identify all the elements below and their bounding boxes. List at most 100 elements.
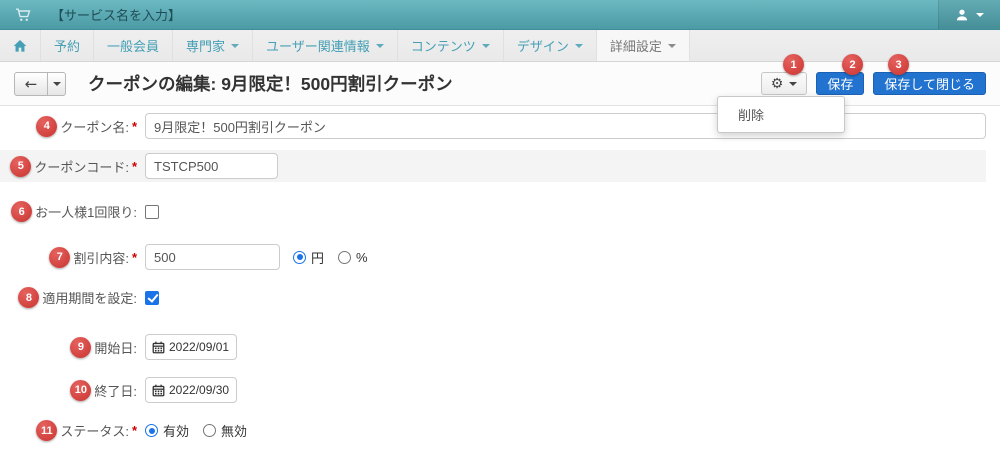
field-label: 終了日: [94, 383, 137, 399]
nav-label: コンテンツ [410, 39, 476, 54]
annotation-badge-7: 7 [49, 246, 71, 268]
radio-label: 無効 [221, 424, 248, 439]
annotation-badge-2: 2 [842, 54, 863, 75]
radio-label: % [356, 249, 368, 265]
save-button[interactable]: 保存 [816, 72, 865, 95]
field-label: お一人様1回限り: [35, 205, 137, 220]
nav-item-contents[interactable]: コンテンツ [398, 30, 504, 61]
home-icon [13, 39, 27, 52]
nav-label: 詳細設定 [609, 39, 662, 54]
radio-yen[interactable] [293, 250, 306, 264]
nav-home[interactable] [0, 30, 41, 61]
annotation-badge-11: 11 [36, 420, 58, 441]
nav-item-user-related-info[interactable]: ユーザー関連情報 [253, 30, 398, 61]
coupon-name-input[interactable] [145, 113, 986, 139]
discount-unit-group: 円 % [293, 248, 368, 267]
gear-icon: ⚙ [770, 75, 784, 92]
status-label: 11 ステータス: * [0, 420, 145, 441]
status-inactive-option[interactable]: 無効 [203, 421, 247, 440]
chevron-down-icon [231, 44, 240, 48]
chevron-down-icon [667, 44, 676, 48]
field-label: クーポンコード: [34, 159, 129, 175]
nav-label: 専門家 [186, 39, 226, 54]
chevron-down-icon [375, 44, 384, 48]
radio-label: 円 [311, 250, 325, 266]
nav-item-general-members[interactable]: 一般会員 [94, 30, 174, 61]
annotation-badge-1: 1 [783, 54, 804, 75]
nav-item-experts[interactable]: 専門家 [173, 30, 254, 61]
chevron-down-icon [789, 81, 798, 86]
annotation-badge-10: 10 [70, 379, 92, 401]
nav-label: ユーザー関連情報 [266, 39, 370, 54]
field-label: 割引内容: [73, 250, 129, 266]
nav-label: 予約 [54, 39, 81, 54]
start-date-row: 9 開始日: 2022/09/01 [0, 334, 986, 360]
status-active-option[interactable]: 有効 [145, 421, 189, 440]
service-name-title: 【サービス名を入力】 [51, 8, 182, 23]
back-button[interactable]: ← [14, 71, 48, 96]
radio-percent[interactable] [338, 250, 352, 264]
annotation-badge-3: 3 [888, 54, 909, 75]
set-period-row: 8 適用期間を設定: [0, 287, 986, 308]
discount-row: 7 割引内容:* 円 % [0, 244, 986, 270]
unit-yen-option[interactable]: 円 [293, 248, 324, 267]
start-date-value: 2022/09/01 [169, 340, 230, 354]
field-label: 適用期間を設定: [42, 291, 137, 306]
page-title: クーポンの編集: 9月限定！500円割引クーポン [88, 74, 453, 94]
calendar-icon [152, 384, 165, 396]
chevron-down-icon [52, 81, 61, 86]
save-and-close-button[interactable]: 保存して閉じる [873, 72, 986, 95]
required-asterisk: * [131, 249, 137, 265]
end-date-input[interactable]: 2022/09/30 [145, 377, 237, 403]
annotation-badge-9: 9 [70, 336, 92, 358]
nav-item-reservation[interactable]: 予約 [41, 30, 95, 61]
discount-amount-input[interactable] [145, 244, 280, 270]
topbar: 【サービス名を入力】 [0, 0, 1000, 30]
coupon-edit-form: 4 クーポン名:* 5 クーポンコード:* 6 お一人様1回限り: 7 割引内容… [0, 106, 1000, 441]
field-label: 開始日: [94, 340, 137, 356]
discount-label: 7 割引内容: * [0, 246, 145, 268]
end-date-row: 10 終了日: 2022/09/30 [0, 377, 986, 403]
coupon-code-label: 5 クーポンコード: * [0, 155, 145, 177]
annotation-badge-6: 6 [11, 201, 33, 222]
field-label: ステータス: [60, 424, 129, 439]
start-date-input[interactable]: 2022/09/01 [145, 334, 237, 360]
nav-label: デザイン [516, 39, 569, 54]
chevron-down-icon [976, 12, 984, 17]
once-per-person-checkbox[interactable] [145, 204, 159, 219]
required-asterisk: * [131, 423, 137, 438]
calendar-icon [152, 341, 165, 353]
start-date-label: 9 開始日: [0, 336, 145, 358]
user-icon [956, 9, 968, 20]
radio-label: 有効 [163, 424, 190, 439]
chevron-down-icon [481, 44, 490, 48]
field-label: クーポン名: [60, 119, 129, 135]
user-menu-button[interactable] [938, 0, 1000, 29]
gear-dropdown-menu: 削除 [717, 96, 845, 133]
once-per-person-label: 6 お一人様1回限り: [0, 201, 145, 222]
back-button-group: ← [14, 71, 66, 96]
radio-active[interactable] [145, 424, 158, 437]
annotation-badge-8: 8 [18, 287, 40, 308]
gear-menu-button[interactable]: ⚙ [760, 72, 808, 95]
status-row: 11 ステータス: * 有効 無効 [0, 420, 986, 441]
menu-item-delete[interactable]: 削除 [718, 101, 844, 128]
back-dropdown-button[interactable] [47, 71, 66, 96]
once-per-person-row: 6 お一人様1回限り: [0, 201, 986, 222]
header-actions: ⚙ 保存 保存して閉じる [760, 72, 986, 95]
required-asterisk: * [131, 118, 137, 134]
set-period-label: 8 適用期間を設定: [0, 287, 145, 308]
annotation-badge-5: 5 [10, 155, 32, 177]
cart-icon[interactable] [0, 7, 51, 23]
coupon-code-input[interactable] [145, 153, 278, 179]
annotation-badge-4: 4 [36, 115, 58, 137]
chevron-down-icon [574, 44, 583, 48]
unit-percent-option[interactable]: % [338, 250, 368, 265]
nav-item-advanced-settings[interactable]: 詳細設定 [596, 30, 690, 61]
end-date-label: 10 終了日: [0, 379, 145, 401]
coupon-code-row: 5 クーポンコード: * [0, 150, 986, 182]
nav-item-design[interactable]: デザイン [504, 30, 597, 61]
set-period-checkbox[interactable] [145, 290, 159, 305]
radio-inactive[interactable] [203, 424, 217, 437]
nav-label: 一般会員 [107, 39, 160, 54]
